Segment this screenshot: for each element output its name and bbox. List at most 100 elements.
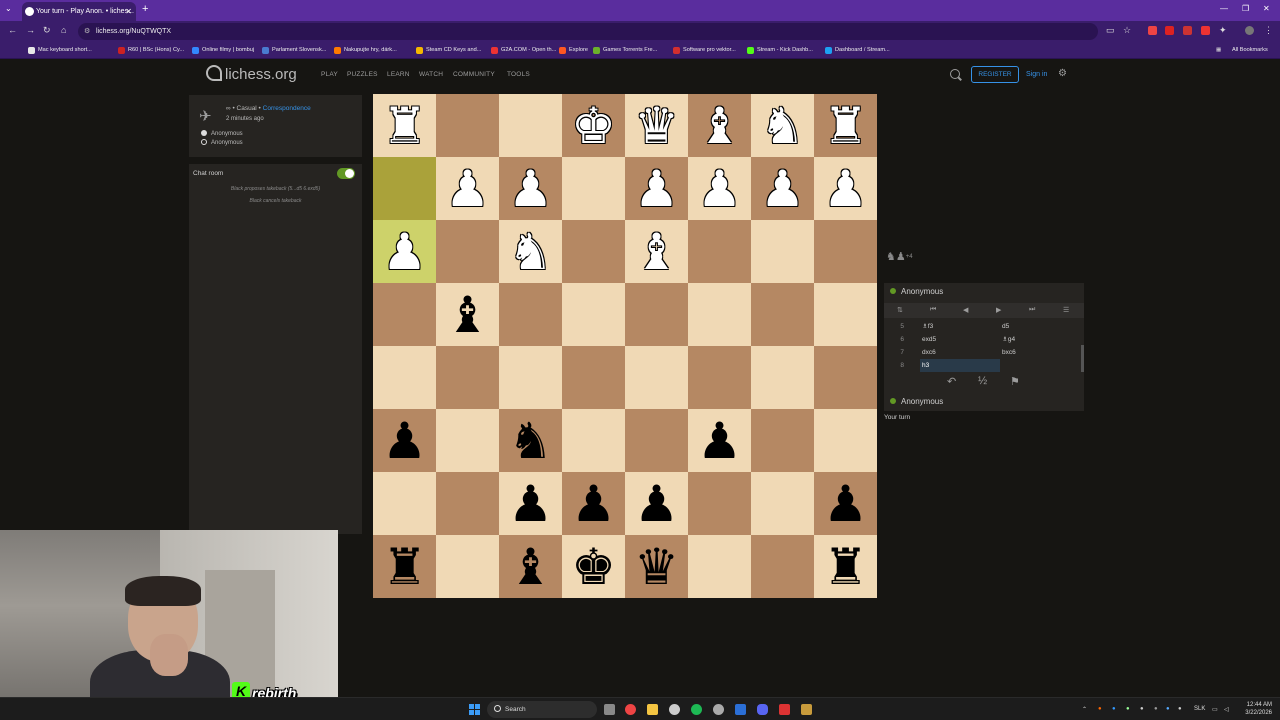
top-player[interactable]: Anonymous (890, 287, 943, 296)
extensions-puzzle-icon[interactable]: ✦ (1219, 25, 1227, 36)
black-piece[interactable]: ♟ (508, 479, 553, 529)
board-square[interactable] (688, 535, 751, 598)
back-icon[interactable]: ← (8, 25, 17, 35)
search-icon[interactable] (950, 69, 960, 79)
board-square[interactable]: ♜ (814, 94, 877, 157)
tray-app-icon[interactable]: ● (1166, 706, 1170, 712)
tab-search-icon[interactable]: ⌄ (5, 4, 12, 13)
windows-start-icon[interactable] (469, 704, 480, 715)
white-piece[interactable]: ♟ (445, 164, 490, 214)
board-square[interactable] (499, 94, 562, 157)
extension-icon[interactable] (1201, 26, 1210, 35)
white-move[interactable]: exd5 (920, 333, 1000, 346)
white-piece[interactable]: ♞ (508, 227, 553, 277)
white-piece[interactable]: ♝ (697, 101, 742, 151)
white-move[interactable]: h3 (920, 359, 1000, 372)
language-indicator[interactable]: SLK (1194, 706, 1205, 712)
nav-play[interactable]: PLAY (321, 71, 338, 78)
board-square[interactable] (814, 409, 877, 472)
board-square[interactable] (751, 535, 814, 598)
reload-icon[interactable]: ↻ (43, 25, 51, 36)
bookmark-item[interactable]: Steam CD Keys and... (416, 44, 481, 57)
board-square[interactable] (751, 283, 814, 346)
board-square[interactable] (562, 157, 625, 220)
board-square[interactable] (625, 409, 688, 472)
app-icon[interactable] (801, 704, 812, 715)
black-piece[interactable]: ♟ (634, 479, 679, 529)
board-square[interactable] (436, 346, 499, 409)
register-button[interactable]: REGISTER (971, 66, 1019, 83)
black-move[interactable]: bxc6 (1002, 346, 1082, 359)
board-square[interactable]: ♟ (625, 157, 688, 220)
offer-draw-button[interactable]: ½ (978, 375, 987, 387)
white-piece[interactable]: ♟ (697, 164, 742, 214)
white-piece[interactable]: ♝ (634, 227, 679, 277)
profile-avatar[interactable] (1245, 26, 1254, 35)
black-piece[interactable]: ♟ (571, 479, 616, 529)
chess-board[interactable]: ♜ ♚ ♛ ♝ ♞ ♜ ♟ ♟ ♟ ♟ ♟ ♟ ♟ ♞ ♝ ♝ ♟ ♞ ♟ ♟ ♟ ♟ ♟ ♜ ♝ ♚ ♛ ♜ (373, 94, 877, 598)
microphone-icon[interactable]: ● (1178, 706, 1182, 712)
board-square[interactable] (373, 346, 436, 409)
bluetooth-icon[interactable]: ● (1112, 706, 1116, 712)
nav-puzzles[interactable]: PUZZLES (347, 71, 378, 78)
extension-icon[interactable] (1183, 26, 1192, 35)
board-square[interactable]: ♟ (688, 409, 751, 472)
nav-learn[interactable]: LEARN (387, 71, 410, 78)
bookmark-item[interactable]: Explore (559, 44, 588, 57)
tray-app-icon[interactable]: ● (1126, 706, 1130, 712)
menu-icon[interactable]: ☰ (1063, 306, 1069, 314)
board-square[interactable] (436, 220, 499, 283)
white-piece[interactable]: ♟ (382, 227, 427, 277)
board-square[interactable]: ♝ (436, 283, 499, 346)
extension-icon[interactable] (1165, 26, 1174, 35)
bookmark-item[interactable]: Games Torrents Fre... (593, 44, 657, 57)
flip-board-icon[interactable]: ⇅ (897, 306, 903, 314)
resign-flag-icon[interactable]: ⚑ (1010, 375, 1020, 388)
board-square[interactable] (814, 346, 877, 409)
black-move[interactable]: d5 (1002, 320, 1082, 333)
nav-watch[interactable]: WATCH (419, 71, 443, 78)
app-icon[interactable] (713, 704, 724, 715)
board-square[interactable] (373, 157, 436, 220)
board-square[interactable] (751, 472, 814, 535)
board-square[interactable]: ♚ (562, 535, 625, 598)
white-piece[interactable]: ♟ (508, 164, 553, 214)
first-move-icon[interactable]: ⏮ (930, 306, 936, 314)
board-square[interactable] (499, 283, 562, 346)
taskbar-search[interactable]: Search (487, 701, 597, 718)
white-move[interactable]: ♗f3 (920, 320, 1000, 333)
board-square[interactable]: ♜ (373, 94, 436, 157)
bookmark-item[interactable]: G2A.COM - Open th... (491, 44, 556, 57)
board-square[interactable] (814, 283, 877, 346)
player-black[interactable]: Anonymous (201, 139, 243, 146)
board-square[interactable]: ♞ (499, 220, 562, 283)
maximize-icon[interactable]: ❐ (1242, 4, 1249, 13)
white-piece[interactable]: ♟ (823, 164, 868, 214)
white-piece[interactable]: ♜ (382, 101, 427, 151)
board-square[interactable] (499, 346, 562, 409)
black-piece[interactable]: ♟ (697, 416, 742, 466)
site-logo[interactable]: lichess.org (206, 65, 297, 83)
board-square[interactable]: ♟ (499, 472, 562, 535)
board-square[interactable] (751, 409, 814, 472)
black-move[interactable]: ♗g4 (1002, 333, 1082, 346)
new-tab-icon[interactable]: + (142, 3, 148, 15)
board-square[interactable] (814, 220, 877, 283)
board-square[interactable] (751, 220, 814, 283)
board-square[interactable] (562, 283, 625, 346)
correspondence-link[interactable]: Correspondence (263, 105, 311, 112)
site-info-icon[interactable]: ⚙ (84, 23, 90, 40)
volume-icon[interactable]: ◁ (1224, 706, 1229, 713)
bookmark-item[interactable]: Dashboard / Stream... (825, 44, 890, 57)
apps-icon[interactable]: ▦ (1206, 44, 1221, 57)
bookmark-item[interactable]: R60 | BSc (Hons) Cy... (118, 44, 184, 57)
board-square[interactable] (688, 472, 751, 535)
browser-tab-active[interactable]: Your turn - Play Anon. • liches... ✕ (22, 2, 136, 21)
black-piece[interactable]: ♟ (823, 479, 868, 529)
board-square[interactable] (625, 346, 688, 409)
white-piece[interactable]: ♟ (634, 164, 679, 214)
url-field[interactable]: ⚙ lichess.org/NuQTWQTX (78, 23, 1098, 40)
white-piece[interactable]: ♜ (823, 101, 868, 151)
black-piece[interactable]: ♞ (508, 416, 553, 466)
board-square[interactable] (625, 283, 688, 346)
